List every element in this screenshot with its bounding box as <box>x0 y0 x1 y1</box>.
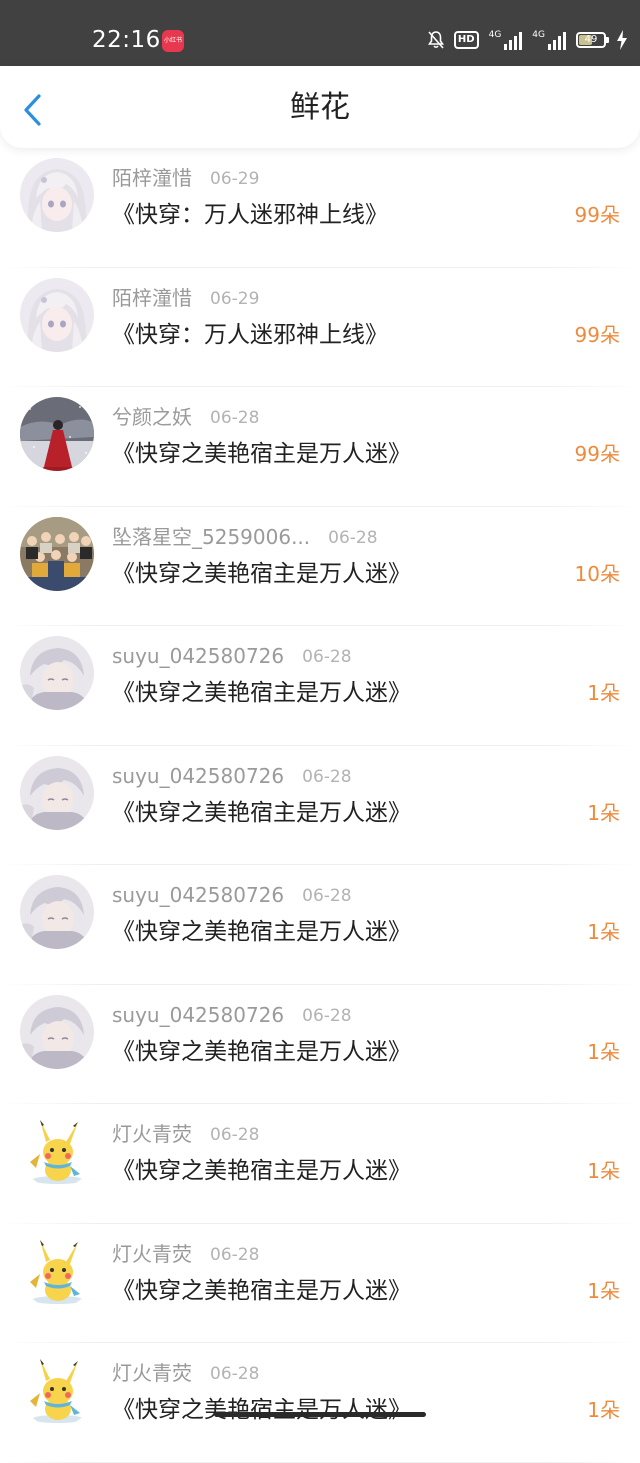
username[interactable]: 灯火青荧 <box>112 1361 192 1385</box>
battery-level: 49 <box>584 34 598 45</box>
book-title[interactable]: 《快穿之美艳宿主是万人迷》 <box>112 1037 411 1067</box>
book-title[interactable]: 《快穿：万人迷邪神上线》 <box>112 200 388 230</box>
date: 06-28 <box>210 408 260 428</box>
list-item[interactable]: 灯火青荧 06-28 《快穿之美艳宿主是万人迷》 1朵 <box>0 1104 640 1224</box>
date: 06-28 <box>302 886 352 906</box>
date: 06-28 <box>210 1364 260 1384</box>
book-title[interactable]: 《快穿之美艳宿主是万人迷》 <box>112 678 411 708</box>
anime-girl-avatar[interactable] <box>20 277 94 352</box>
flower-count: 99朵 <box>574 322 620 347</box>
flower-count: 1朵 <box>587 1278 620 1303</box>
date: 06-28 <box>302 647 352 667</box>
list-item[interactable]: 兮颜之妖 06-28 《快穿之美艳宿主是万人迷》 99朵 <box>0 387 640 507</box>
list-item[interactable]: suyu_042580726 06-28 《快穿之美艳宿主是万人迷》 1朵 <box>0 626 640 746</box>
username[interactable]: 灯火青荧 <box>112 1122 192 1146</box>
pikachu-avatar[interactable] <box>20 1233 94 1308</box>
book-title[interactable]: 《快穿之美艳宿主是万人迷》 <box>112 798 411 828</box>
list-item[interactable]: suyu_042580726 06-28 《快穿之美艳宿主是万人迷》 1朵 <box>0 865 640 985</box>
book-title[interactable]: 《快穿之美艳宿主是万人迷》 <box>112 559 411 589</box>
battery-icon: 49 <box>576 32 609 48</box>
group-photo-avatar[interactable] <box>20 516 94 591</box>
username[interactable]: 坠落星空_5259006... <box>112 525 310 549</box>
divider <box>0 1461 640 1463</box>
username[interactable]: suyu_042580726 <box>112 644 284 668</box>
anime-boy-avatar[interactable] <box>20 875 94 949</box>
date: 06-28 <box>210 1125 260 1145</box>
signal-icon: 4G <box>489 30 523 50</box>
username[interactable]: suyu_042580726 <box>112 883 284 907</box>
anime-boy-avatar[interactable] <box>20 755 94 830</box>
list-item[interactable]: suyu_042580726 06-28 《快穿之美艳宿主是万人迷》 1朵 <box>0 746 640 865</box>
list-item[interactable]: 灯火青荧 06-28 《快穿之美艳宿主是万人迷》 1朵 <box>0 1343 640 1463</box>
flower-count: 10朵 <box>574 561 620 586</box>
flower-count: 99朵 <box>574 442 620 466</box>
username[interactable]: 灯火青荧 <box>112 1242 192 1266</box>
page-title: 鲜花 <box>290 90 350 125</box>
charging-bolt-icon <box>616 30 628 50</box>
flower-count: 1朵 <box>587 800 620 825</box>
navigation-header: 鲜花 <box>0 66 640 148</box>
book-title[interactable]: 《快穿之美艳宿主是万人迷》 <box>112 1395 411 1425</box>
book-title[interactable]: 《快穿之美艳宿主是万人迷》 <box>112 1276 411 1306</box>
username[interactable]: suyu_042580726 <box>112 1003 284 1027</box>
signal-icon: 4G <box>532 30 566 50</box>
book-title[interactable]: 《快穿：万人迷邪神上线》 <box>112 320 388 350</box>
network-type-label: 4G <box>532 30 545 40</box>
list-item[interactable]: 灯火青荧 06-28 《快穿之美艳宿主是万人迷》 1朵 <box>0 1224 640 1343</box>
anime-boy-avatar[interactable] <box>20 636 94 710</box>
anime-girl-avatar[interactable] <box>20 158 94 232</box>
list-item[interactable]: 坠落星空_5259006... 06-28 《快穿之美艳宿主是万人迷》 10朵 <box>0 507 640 626</box>
date: 06-28 <box>302 766 352 787</box>
hd-icon: HD <box>453 31 479 49</box>
anime-boy-avatar[interactable] <box>20 994 94 1069</box>
date: 06-28 <box>210 1244 260 1265</box>
flower-count: 1朵 <box>587 1398 620 1422</box>
red-dress-avatar[interactable] <box>20 397 94 471</box>
book-title[interactable]: 《快穿之美艳宿主是万人迷》 <box>112 439 411 469</box>
username[interactable]: 陌梓潼惜 <box>112 166 192 190</box>
username[interactable]: suyu_042580726 <box>112 764 284 788</box>
network-type-label: 4G <box>488 30 502 40</box>
status-bar: 22:16 小红书 HD 4G 4G 49 <box>0 0 640 66</box>
username[interactable]: 陌梓潼惜 <box>112 286 192 310</box>
date: 06-28 <box>328 527 378 548</box>
flower-record-list: 陌梓潼惜 06-29 《快穿：万人迷邪神上线》 99朵 陌梓潼惜 06-29 《快穿：万人… <box>0 148 640 1463</box>
list-item[interactable]: 陌梓潼惜 06-29 《快穿：万人迷邪神上线》 99朵 <box>0 268 640 387</box>
status-time: 22:16 <box>92 27 161 53</box>
pikachu-avatar[interactable] <box>20 1114 94 1188</box>
book-title[interactable]: 《快穿之美艳宿主是万人迷》 <box>112 1156 411 1186</box>
bell-muted-icon <box>427 31 444 49</box>
book-title[interactable]: 《快穿之美艳宿主是万人迷》 <box>112 917 411 947</box>
date: 06-28 <box>302 1005 352 1026</box>
username[interactable]: 兮颜之妖 <box>112 405 192 429</box>
flower-count: 1朵 <box>587 1039 620 1064</box>
flower-count: 1朵 <box>587 681 620 705</box>
app-notification-icon: 小红书 <box>162 30 184 52</box>
flower-count: 1朵 <box>587 1159 620 1183</box>
status-icons: HD 4G 4G 49 <box>427 28 628 52</box>
flower-count: 99朵 <box>574 203 620 227</box>
list-item[interactable]: suyu_042580726 06-28 《快穿之美艳宿主是万人迷》 1朵 <box>0 985 640 1104</box>
list-item[interactable]: 陌梓潼惜 06-29 《快穿：万人迷邪神上线》 99朵 <box>0 148 640 268</box>
pikachu-avatar[interactable] <box>20 1353 94 1427</box>
flower-count: 1朵 <box>587 920 620 944</box>
date: 06-29 <box>210 288 260 309</box>
home-indicator[interactable] <box>214 1412 426 1417</box>
date: 06-29 <box>210 169 260 189</box>
